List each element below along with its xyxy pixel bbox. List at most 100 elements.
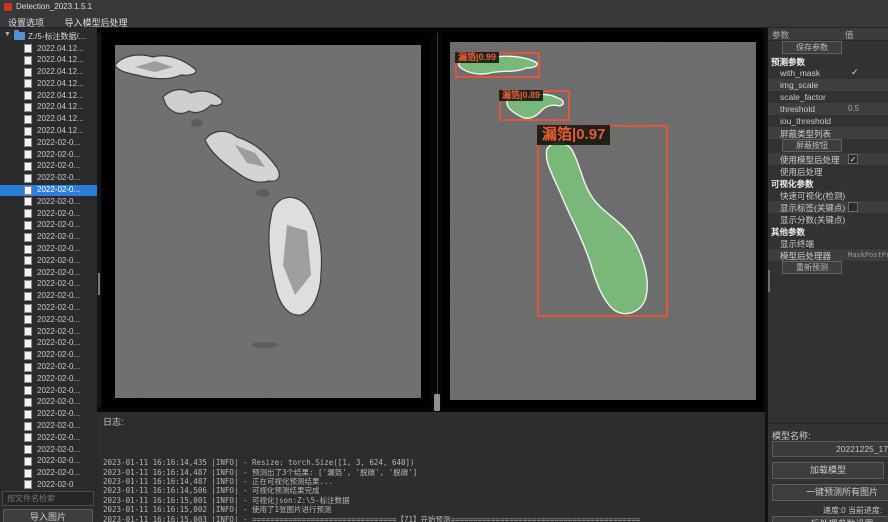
load-model-button[interactable]: 加载模型: [772, 462, 884, 479]
file-icon: [24, 304, 32, 313]
tree-item[interactable]: 2022-02-0...: [0, 314, 97, 326]
tree-item[interactable]: 2022-02-0...: [0, 279, 97, 291]
postprocess-settings-button[interactable]: 后处理参数设置: [772, 516, 888, 522]
param-row-model-post-processor[interactable]: 模型后处理器 MaskPostPro: [768, 249, 888, 261]
checkbox-checked-icon[interactable]: ✓: [848, 154, 858, 164]
tree-item[interactable]: 2022-02-0...: [0, 196, 97, 208]
tree-item[interactable]: 2022-02-0: [0, 479, 97, 491]
tree-item[interactable]: 2022-02-0...: [0, 350, 97, 362]
chevron-down-icon[interactable]: ▼: [4, 31, 11, 38]
model-name-value[interactable]: 20221225_174813: [772, 441, 888, 457]
speed-progress-status: 速度:0 当前进度:: [823, 505, 888, 516]
tree-item-label: 2022-02-0...: [37, 244, 80, 253]
tree-item[interactable]: 2022.04.12...: [0, 67, 97, 79]
save-params-button[interactable]: 保存参数: [782, 41, 842, 54]
param-row-scale-factor[interactable]: scale_factor: [768, 91, 888, 103]
tree-item[interactable]: 2022-02-0...: [0, 137, 97, 149]
tree-item[interactable]: 2022-02-0...: [0, 149, 97, 161]
param-row-img-scale[interactable]: img_scale: [768, 79, 888, 91]
file-icon: [24, 433, 32, 442]
panel-scroll-nub[interactable]: [768, 270, 770, 292]
tree-item[interactable]: 2022-02-0...: [0, 208, 97, 220]
tree-item[interactable]: 2022-02-0...: [0, 185, 97, 197]
checkbox-empty-icon[interactable]: [848, 202, 858, 212]
threshold-value[interactable]: 0.5: [848, 104, 859, 113]
tree-item[interactable]: 2022-02-0...: [0, 397, 97, 409]
tree-item-label: 2022-02-0...: [37, 279, 80, 288]
detection-box: 漏箔|0.99: [455, 52, 540, 78]
tree-item-label: 2022-02-0...: [37, 173, 80, 182]
tree-item-label: 2022.04.12...: [37, 114, 84, 123]
tree-root-folder[interactable]: ▼ Z:/5-标注数据/...: [0, 30, 97, 42]
mask-button[interactable]: 屏蔽按钮: [782, 139, 842, 152]
tree-item[interactable]: 2022.04.12...: [0, 114, 97, 126]
tree-item[interactable]: 2022.04.12...: [0, 55, 97, 67]
tree-item[interactable]: 2022-02-0...: [0, 338, 97, 350]
file-icon: [24, 197, 32, 206]
menu-import-postprocess[interactable]: 导入模型后处理: [56, 15, 135, 29]
tree-item[interactable]: 2022-02-0...: [0, 173, 97, 185]
tree-item[interactable]: 2022-02-0...: [0, 244, 97, 256]
log-lines[interactable]: 2023-01-11 16:16:14,435 |INFO| - Resize:…: [97, 430, 765, 522]
tree-item[interactable]: 2022-02-0...: [0, 444, 97, 456]
tree-item[interactable]: 2022-02-0...: [0, 456, 97, 468]
tree-item[interactable]: 2022-02-0...: [0, 373, 97, 385]
param-row-iou-threshold[interactable]: iou_threshold: [768, 115, 888, 127]
re-predict-button[interactable]: 重新预测: [782, 261, 842, 274]
original-defect-image[interactable]: [115, 45, 421, 398]
model-post-processor-value[interactable]: MaskPostPro: [848, 251, 888, 259]
predict-all-button[interactable]: 一键预测所有图片: [772, 484, 888, 501]
tree-item[interactable]: 2022-02-0...: [0, 267, 97, 279]
param-row-with-mask[interactable]: with_mask ✓: [768, 67, 888, 79]
file-tree-panel: ▼ Z:/5-标注数据/... 2022.04.12... 2022.04.12…: [0, 28, 97, 522]
tree-item[interactable]: 2022.04.12...: [0, 126, 97, 138]
tree-item[interactable]: 2022-02-0...: [0, 362, 97, 374]
tree-item[interactable]: 2022-02-0...: [0, 255, 97, 267]
tree-item[interactable]: 2022-02-0...: [0, 291, 97, 303]
tree-item[interactable]: 2022-02-0...: [0, 409, 97, 421]
file-icon: [24, 68, 32, 77]
file-icon: [24, 410, 32, 419]
tree-item[interactable]: 2022.04.12...: [0, 102, 97, 114]
check-icon[interactable]: ✓: [851, 67, 859, 78]
tree-item-label: 2022-02-0...: [37, 209, 80, 218]
tree-item[interactable]: 2022-02-0...: [0, 303, 97, 315]
log-line: 2023-01-11 16:16:15,001 |INFO| - 可视化json…: [103, 496, 765, 505]
tree-item[interactable]: 2022-02-0...: [0, 161, 97, 173]
tree-item[interactable]: 2022-02-0...: [0, 220, 97, 232]
file-icon: [24, 398, 32, 407]
scrollbar-handle[interactable]: [98, 273, 100, 295]
tree-item-label: 2022-02-0...: [37, 150, 80, 159]
parameters-panel: 参数 值 保存参数 预测参数 with_mask ✓ img_scale sca…: [768, 28, 888, 522]
tree-item[interactable]: 2022-02-0...: [0, 326, 97, 338]
file-icon: [24, 374, 32, 383]
param-row-quick-vis[interactable]: 快速可视化(检测): [768, 189, 888, 201]
param-row-show-terminal[interactable]: 显示终端: [768, 237, 888, 249]
import-images-button[interactable]: 导入图片: [3, 509, 93, 522]
file-icon: [24, 386, 32, 395]
param-row-mask-type-list[interactable]: 屏蔽类型列表: [768, 127, 888, 139]
splitter-handle[interactable]: [434, 394, 440, 411]
param-row-use-post[interactable]: 使用后处理: [768, 165, 888, 177]
tree-item[interactable]: 2022-02-0...: [0, 232, 97, 244]
tree-item[interactable]: 2022-02-0...: [0, 421, 97, 433]
tree-item[interactable]: 2022.04.12...: [0, 43, 97, 55]
prediction-image[interactable]: 漏箔|0.99 漏箔|0.89 漏箔|0.97: [450, 42, 756, 400]
tree-item[interactable]: 2022-02-0...: [0, 385, 97, 397]
tree-item-label: 2022-02-0...: [37, 409, 80, 418]
vertical-scrollbar[interactable]: [97, 33, 101, 407]
search-input[interactable]: [2, 491, 94, 506]
tree-item[interactable]: 2022-02-0...: [0, 432, 97, 444]
tree-item[interactable]: 2022-02-0...: [0, 468, 97, 480]
menu-settings[interactable]: 设置选项: [0, 15, 52, 29]
tree-item-label: 2022-02-0...: [37, 268, 80, 277]
tree-item[interactable]: 2022.04.12...: [0, 90, 97, 102]
param-row-show-score[interactable]: 显示分数(关键点): [768, 213, 888, 225]
param-row-show-label[interactable]: 显示标签(关键点): [768, 201, 888, 213]
file-icon: [24, 44, 32, 53]
tree-item-label: 2022-02-0...: [37, 232, 80, 241]
tree-item[interactable]: 2022.04.12...: [0, 78, 97, 90]
file-icon: [24, 91, 32, 100]
param-row-threshold[interactable]: threshold 0.5: [768, 103, 888, 115]
param-row-use-model-post[interactable]: 使用模型后处理 ✓: [768, 153, 888, 165]
